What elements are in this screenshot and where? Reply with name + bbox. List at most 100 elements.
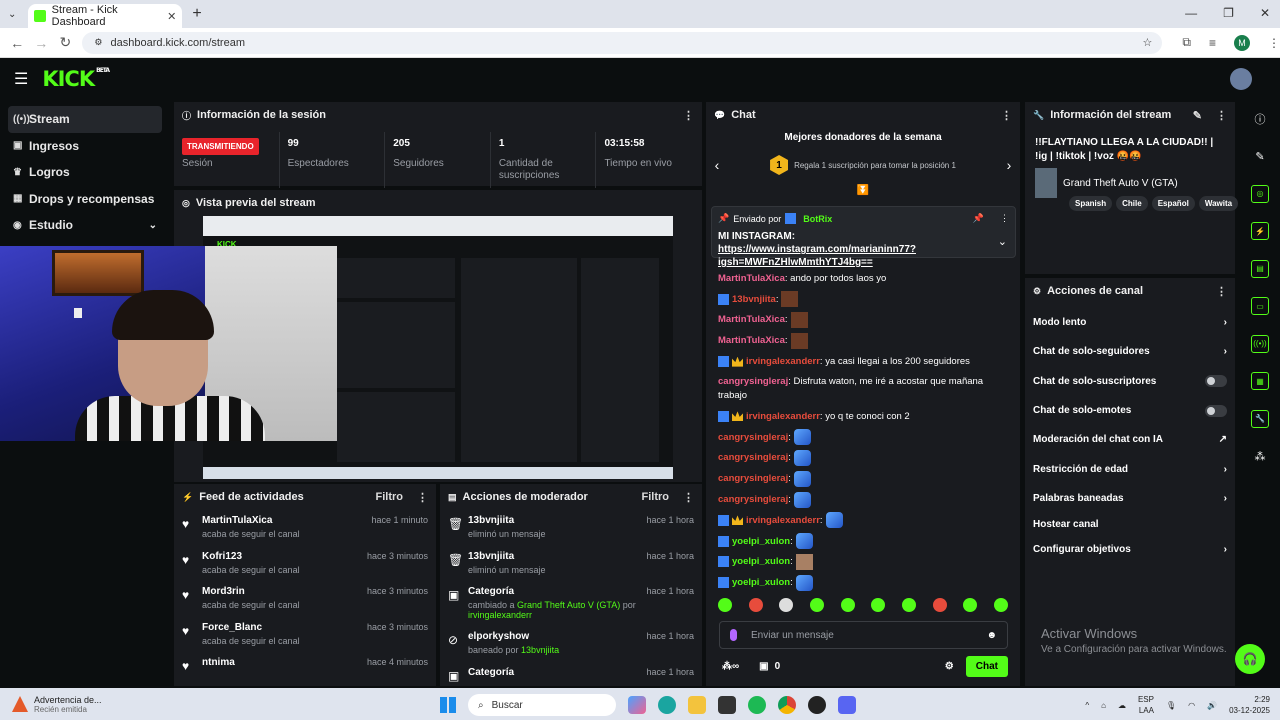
- pinned-by-user[interactable]: BotRix: [803, 214, 832, 224]
- bolt-icon[interactable]: ⚡: [1240, 213, 1280, 251]
- edit-icon[interactable]: ✎: [1193, 109, 1202, 122]
- more-icon[interactable]: ⋮: [1001, 109, 1012, 122]
- unpin-icon[interactable]: 📌: [973, 213, 984, 224]
- chat-username[interactable]: irvingalexanderr: [746, 356, 820, 367]
- banned-user-name[interactable]: elporkyshow: [468, 631, 646, 642]
- sidebar-item-estudio[interactable]: ◉ Estudio ⌄: [8, 212, 162, 239]
- tag[interactable]: Chile: [1116, 196, 1148, 211]
- chat-username[interactable]: yoelpi_xulon: [732, 556, 790, 567]
- sidebar-item-logros[interactable]: ♛ Logros: [8, 159, 162, 186]
- restore-icon[interactable]: ❐: [1223, 6, 1234, 20]
- chrome-icon[interactable]: [778, 696, 796, 714]
- more-icon[interactable]: ⋮: [1216, 109, 1227, 122]
- follower-name[interactable]: Mord3rin: [202, 586, 367, 597]
- emote-icon[interactable]: [748, 598, 763, 612]
- filter-button[interactable]: Filtro: [376, 491, 404, 504]
- more-icon[interactable]: ⋮: [1216, 285, 1227, 298]
- host-channel-item[interactable]: Hostear canal: [1025, 513, 1235, 535]
- filter-button[interactable]: Filtro: [642, 491, 670, 504]
- emote-icon[interactable]: [809, 598, 824, 612]
- language-indicator[interactable]: ESP LAA: [1138, 694, 1154, 716]
- chevron-left-icon[interactable]: ‹: [706, 157, 728, 173]
- emote-icon[interactable]: [871, 598, 886, 612]
- clock[interactable]: 2:29 03-12-2025: [1229, 694, 1270, 716]
- chat-username[interactable]: 13bvnjiita: [732, 294, 776, 305]
- camera-icon[interactable]: ◎: [1240, 175, 1280, 213]
- user-avatar[interactable]: [1230, 68, 1252, 90]
- forward-icon[interactable]: →: [34, 35, 48, 51]
- instagram-link[interactable]: https://www.instagram.com/marianinn77?ig…: [718, 244, 916, 268]
- url-field[interactable]: ⚙ dashboard.kick.com/stream ☆: [82, 31, 1163, 54]
- chat-username[interactable]: irvingalexanderr: [746, 411, 820, 422]
- emote-icon[interactable]: [840, 598, 855, 612]
- bookmark-icon[interactable]: ☆: [1143, 36, 1153, 49]
- cloud-icon[interactable]: ☁: [1118, 701, 1126, 710]
- emotes-only-toggle[interactable]: [1205, 404, 1227, 417]
- hamburger-menu-icon[interactable]: ☰: [14, 69, 28, 89]
- goals-item[interactable]: Configurar objetivos ›: [1025, 535, 1235, 564]
- chat-username[interactable]: irvingalexanderr: [746, 515, 820, 526]
- sidebar-item-stream[interactable]: ((•)) Stream: [8, 106, 162, 133]
- moderator-name[interactable]: 13bvnjiita: [468, 551, 646, 562]
- emote-icon[interactable]: [779, 598, 794, 612]
- gift-icon[interactable]: ▣: [759, 661, 768, 672]
- wrench-icon[interactable]: 🔧: [1240, 400, 1280, 438]
- kick-logo[interactable]: KICK BETA: [42, 67, 110, 91]
- info-icon[interactable]: ⓘ: [1240, 100, 1280, 138]
- follower-name[interactable]: Force_Blanc: [202, 622, 367, 633]
- send-chat-button[interactable]: Chat: [965, 656, 1008, 677]
- tag[interactable]: Wawita: [1198, 196, 1239, 211]
- chat-settings-icon[interactable]: ⚙: [945, 661, 954, 672]
- tag[interactable]: Spanish: [1069, 196, 1113, 211]
- chat-username[interactable]: MartinTulaXica: [718, 273, 785, 284]
- more-icon[interactable]: ⋮: [417, 491, 428, 504]
- emote-icon[interactable]: [718, 598, 732, 612]
- follower-name[interactable]: ntnima: [202, 657, 367, 668]
- game-name[interactable]: Grand Theft Auto V (GTA): [1063, 178, 1178, 189]
- extensions-icon[interactable]: ⧉: [1182, 35, 1191, 50]
- kick-points-icon[interactable]: ⁂∞: [722, 661, 739, 672]
- back-icon[interactable]: ←: [10, 35, 24, 51]
- new-tab-icon[interactable]: +: [192, 5, 201, 23]
- chat-username[interactable]: yoelpi_xulon: [732, 577, 790, 588]
- chat-username[interactable]: cangrysingleraj: [718, 494, 788, 505]
- tray-chevron-icon[interactable]: ^: [1085, 701, 1089, 710]
- chat-username[interactable]: cangrysingleraj: [718, 432, 788, 443]
- scroll-down-icon[interactable]: ⏬: [706, 185, 1020, 196]
- profile-avatar[interactable]: M: [1234, 34, 1251, 51]
- chat-username[interactable]: MartinTulaXica: [718, 335, 785, 346]
- chat-input[interactable]: Enviar un mensaje ☻: [719, 621, 1008, 649]
- close-tab-icon[interactable]: ✕: [167, 10, 176, 23]
- emoji-icon[interactable]: ☻: [986, 630, 997, 641]
- slow-mode-item[interactable]: Modo lento ›: [1025, 308, 1235, 337]
- reload-icon[interactable]: ↻: [58, 34, 72, 51]
- sidebar-item-drops[interactable]: ▦ Drops y recompensas: [8, 186, 162, 213]
- browser-menu-icon[interactable]: ⋮: [1268, 36, 1280, 50]
- minimize-icon[interactable]: —: [1185, 6, 1197, 20]
- grid-icon[interactable]: ▦: [1240, 363, 1280, 401]
- moderator-link[interactable]: 13bvnjiita: [521, 645, 559, 655]
- browser-tab[interactable]: Stream - Kick Dashboard ✕: [28, 4, 183, 28]
- ai-moderation-item[interactable]: Moderación del chat con IA ↗: [1025, 425, 1235, 454]
- microphone-tray-icon[interactable]: 🎙: [1166, 701, 1176, 710]
- chat-username[interactable]: cangrysingleraj: [718, 473, 788, 484]
- age-restriction-item[interactable]: Restricción de edad ›: [1025, 454, 1235, 483]
- emote-icon[interactable]: [963, 598, 978, 612]
- emote-icon[interactable]: [932, 598, 947, 612]
- sidebar-item-ingresos[interactable]: ▣ Ingresos: [8, 133, 162, 160]
- broadcast-icon[interactable]: ((•)): [1240, 325, 1280, 363]
- windows-start-icon[interactable]: [440, 697, 456, 713]
- wifi-icon[interactable]: ◠: [1188, 701, 1195, 710]
- follower-name[interactable]: Kofri123: [202, 551, 367, 562]
- taskbar-notification[interactable]: Advertencia de... Recién emitida: [12, 695, 102, 714]
- discord-icon[interactable]: [838, 696, 856, 714]
- file-explorer-icon[interactable]: [688, 696, 706, 714]
- pencil-icon[interactable]: ✎: [1240, 138, 1280, 176]
- obs-icon[interactable]: [808, 696, 826, 714]
- banned-words-item[interactable]: Palabras baneadas ›: [1025, 484, 1235, 513]
- microphone-icon[interactable]: [730, 629, 737, 641]
- chat-username[interactable]: cangrysingleraj: [718, 452, 788, 463]
- close-window-icon[interactable]: ✕: [1260, 6, 1270, 20]
- taskbar-search[interactable]: ⌕ Buscar: [468, 694, 616, 716]
- followers-only-item[interactable]: Chat de solo-seguidores ›: [1025, 337, 1235, 366]
